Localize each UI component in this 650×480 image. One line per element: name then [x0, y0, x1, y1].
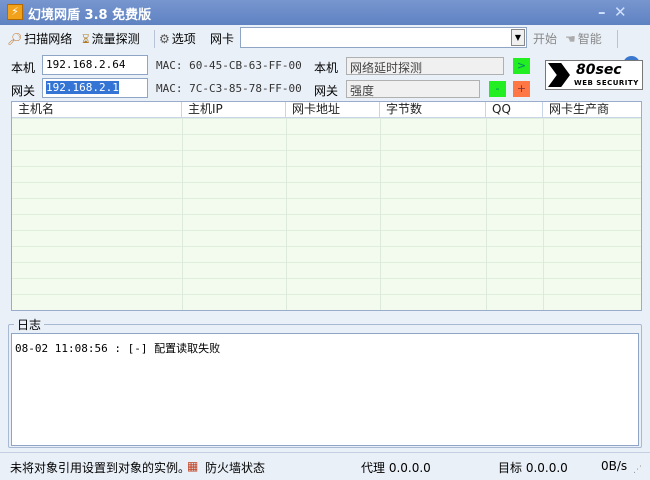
col-mac[interactable]: 网卡地址: [286, 102, 380, 117]
target-status: 目标 0.0.0.0: [498, 461, 568, 475]
scan-network-button[interactable]: 🔎︎ 扫描网络: [7, 30, 72, 48]
smart-label: 智能: [577, 32, 602, 46]
window-title: 幻境网盾 3.8 免费版: [28, 8, 152, 23]
brand-mark-icon: [548, 63, 570, 87]
start-label: 开始: [533, 32, 558, 46]
col-host-ip[interactable]: 主机IP: [182, 102, 286, 117]
options-button[interactable]: ⚙ 选项: [159, 30, 196, 48]
gateway-right-label: 网关: [314, 84, 339, 98]
gateway-ip-input[interactable]: 192.168.2.1: [42, 78, 148, 98]
proxy-status: 代理 0.0.0.0: [361, 461, 431, 475]
traffic-label: 流量探测: [91, 32, 140, 46]
gateway-mac: MAC: 7C-C3-85-78-FF-00: [156, 82, 302, 95]
status-bar: 未将对象引用设置到对象的实例。 ▦ 防火墙状态 代理 0.0.0.0 目标 0.…: [0, 452, 650, 480]
log-textarea[interactable]: 08-02 11:08:56 : [-] 配置读取失败: [11, 333, 639, 446]
status-message: 未将对象引用设置到对象的实例。: [10, 461, 191, 475]
firewall-status[interactable]: 防火墙状态: [205, 459, 265, 476]
scan-label: 扫描网络: [24, 32, 73, 46]
increase-button[interactable]: +: [513, 81, 530, 97]
col-qq[interactable]: QQ: [486, 102, 543, 117]
options-label: 选项: [171, 32, 196, 46]
brand-logo: 80sec WEB SECURITY: [545, 60, 643, 90]
hand-icon: ☚: [565, 32, 576, 46]
nic-label: 网卡: [210, 32, 235, 46]
grid-line: [286, 118, 287, 310]
nic-select[interactable]: ▼: [240, 27, 527, 48]
local-ip-input[interactable]: 192.168.2.64: [42, 55, 148, 75]
hourglass-icon: ⏳︎: [82, 32, 90, 46]
table-header: 主机名 主机IP 网卡地址 字节数 QQ 网卡生产商: [12, 102, 641, 118]
title-bar: ⚡ 幻境网盾 3.8 免费版 – ✕: [0, 0, 650, 25]
smart-button[interactable]: ☚ 智能: [565, 30, 602, 48]
magnifier-icon: 🔎︎: [7, 32, 23, 46]
gear-icon: ⚙: [159, 32, 170, 46]
resize-grip-icon[interactable]: ⋰: [633, 465, 642, 475]
host-table[interactable]: 主机名 主机IP 网卡地址 字节数 QQ 网卡生产商: [11, 101, 642, 311]
decrease-button[interactable]: -: [489, 81, 506, 97]
latency-probe-field[interactable]: 网络延时探测: [346, 57, 504, 75]
minimize-button[interactable]: –: [598, 3, 606, 21]
traffic-detect-button[interactable]: ⏳︎ 流量探测: [82, 30, 140, 48]
log-entry: 08-02 11:08:56 : [-] 配置读取失败: [15, 342, 221, 355]
close-button[interactable]: ✕: [614, 3, 627, 21]
app-logo-icon: ⚡: [7, 4, 23, 20]
grid-line: [486, 118, 487, 310]
speed-status: 0B/s: [601, 459, 628, 473]
col-hostname[interactable]: 主机名: [12, 102, 182, 117]
toolbar-separator: [617, 30, 618, 48]
start-button[interactable]: 开始: [533, 30, 557, 48]
chevron-down-icon[interactable]: ▼: [511, 29, 525, 46]
local-right-label: 本机: [314, 61, 339, 75]
gateway-ip-value: 192.168.2.1: [46, 81, 119, 94]
grid-line: [380, 118, 381, 310]
grid-line: [182, 118, 183, 310]
local-label: 本机: [11, 61, 36, 75]
firewall-icon: ▦: [187, 459, 199, 473]
grid-line: [543, 118, 544, 310]
go-button[interactable]: >: [513, 58, 530, 74]
col-vendor[interactable]: 网卡生产商: [543, 102, 641, 117]
strength-field[interactable]: 强度: [346, 80, 480, 98]
log-title: 日志: [14, 316, 45, 333]
col-bytes[interactable]: 字节数: [380, 102, 486, 117]
gateway-label: 网关: [11, 84, 36, 98]
toolbar-separator: [154, 30, 155, 48]
local-mac: MAC: 60-45-CB-63-FF-00: [156, 59, 302, 72]
